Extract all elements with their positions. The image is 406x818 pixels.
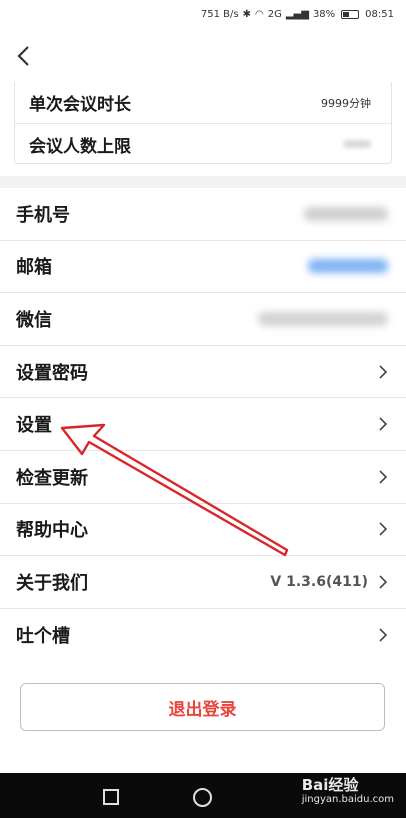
chevron-right-icon: [379, 365, 388, 379]
chevron-right-icon: [379, 522, 388, 536]
chevron-right-icon: [379, 417, 388, 431]
meeting-duration-value: 9999分钟: [321, 96, 371, 110]
baidu-watermark: Bai经验 jingyan.baidu.com: [301, 776, 394, 805]
phone-value-blurred: [304, 206, 388, 221]
menu-row-settings[interactable]: 设置: [0, 398, 406, 451]
menu-row-help-center[interactable]: 帮助中心: [0, 504, 406, 557]
settings-label: 设置: [16, 415, 52, 437]
battery-percent: 38%: [312, 8, 336, 20]
system-navigation-bar: Bai经验 jingyan.baidu.com: [0, 773, 406, 818]
logout-button[interactable]: 退出登录: [20, 683, 385, 731]
email-value-blurred: [308, 259, 388, 274]
meeting-limits-card: 单次会议时长 9999分钟 会议人数上限: [14, 82, 392, 164]
home-icon[interactable]: [193, 788, 212, 807]
nav-bar: [0, 28, 406, 84]
wechat-label: 微信: [16, 309, 52, 331]
menu-row-phone[interactable]: 手机号: [0, 188, 406, 241]
recent-apps-icon[interactable]: [103, 789, 119, 805]
menu-row-check-update[interactable]: 检查更新: [0, 451, 406, 504]
feedback-label: 吐个槽: [16, 626, 70, 648]
wifi-icon: ◠: [255, 8, 264, 20]
menu-row-feedback[interactable]: 吐个槽: [0, 609, 406, 662]
network-type: 2G: [267, 8, 282, 20]
chevron-right-icon: [379, 628, 388, 642]
menu-row-set-password[interactable]: 设置密码: [0, 346, 406, 399]
chevron-right-icon: [379, 470, 388, 484]
menu-row-about-us[interactable]: 关于我们 V 1.3.6(411): [0, 556, 406, 609]
meeting-duration-row: 单次会议时长 9999分钟: [15, 82, 391, 123]
meeting-participants-label: 会议人数上限: [29, 136, 131, 157]
status-bar: 751 B/s ✱ ◠ 2G ▂▄▆ 38% 08:51: [0, 0, 406, 28]
meeting-participants-value-blurred: [343, 140, 371, 148]
wechat-value-blurred: [258, 311, 388, 326]
section-divider: [0, 176, 406, 188]
meeting-participants-row: 会议人数上限: [15, 123, 391, 164]
email-label: 邮箱: [16, 257, 52, 279]
phone-label: 手机号: [16, 204, 70, 226]
clock: 08:51: [365, 8, 394, 20]
chevron-right-icon: [379, 575, 388, 589]
account-menu-list: 手机号 邮箱 微信 设置密码 设置 检查更新 帮助中心 关于我们 V 1.3.6…: [0, 188, 406, 661]
help-center-label: 帮助中心: [16, 520, 88, 542]
about-us-label: 关于我们: [16, 572, 88, 594]
set-password-label: 设置密码: [16, 362, 88, 384]
battery-icon: [341, 9, 360, 19]
app-version: V 1.3.6(411): [270, 573, 368, 590]
menu-row-email[interactable]: 邮箱: [0, 241, 406, 294]
back-arrow-icon[interactable]: [12, 44, 36, 68]
check-update-label: 检查更新: [16, 467, 88, 489]
bluetooth-icon: ✱: [242, 8, 251, 20]
network-speed: 751 B/s: [200, 8, 239, 20]
signal-icon: ▂▄▆: [285, 8, 309, 20]
menu-row-wechat[interactable]: 微信: [0, 293, 406, 346]
meeting-duration-label: 单次会议时长: [29, 95, 131, 115]
